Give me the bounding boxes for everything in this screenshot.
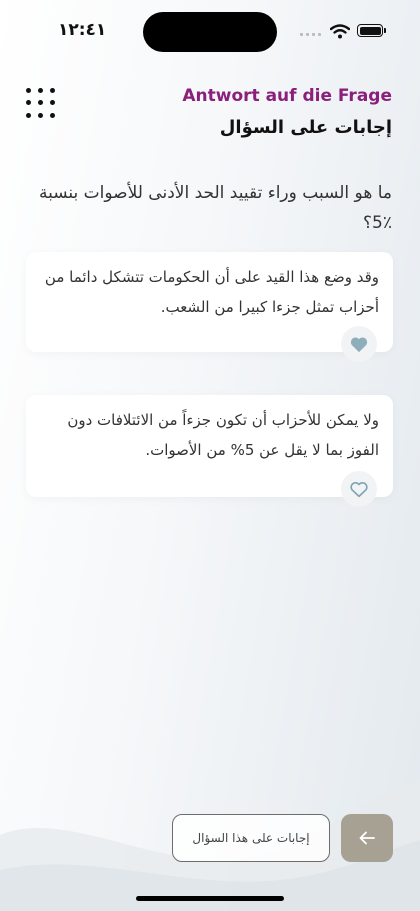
arrow-left-icon [359,831,375,845]
answers-to-question-button[interactable]: إجابات على هذا السؤال [172,814,330,862]
answer-text: ولا يمكن للأحزاب أن تكون جزءاً من الائتل… [67,411,379,459]
heart-outline-icon [350,482,368,498]
answer-card: ولا يمكن للأحزاب أن تكون جزءاً من الائتل… [26,395,393,507]
back-button[interactable] [341,814,393,862]
dynamic-island [143,12,277,52]
status-time: ١٢:٤١ [58,20,107,40]
answer-card: وقد وضع هذا القيد على أن الحكومات تتشكل … [26,252,393,362]
cellular-signal-icon [300,33,321,36]
answer-text: وقد وضع هذا القيد على أن الحكومات تتشكل … [44,268,379,316]
menu-grid-icon[interactable] [26,88,56,118]
like-button[interactable] [341,326,377,362]
home-indicator [136,896,284,901]
wifi-icon [330,24,350,39]
question-text: ما هو السبب وراء تقييد الحد الأدنى للأصو… [38,183,392,233]
page-title: إجابات على السؤال [219,117,392,138]
page-subtitle: Antwort auf die Frage [182,86,392,106]
battery-icon [357,24,386,37]
heart-filled-icon [350,337,368,353]
status-bar: ١٢:٤١ [0,0,420,60]
like-button[interactable] [341,471,377,507]
